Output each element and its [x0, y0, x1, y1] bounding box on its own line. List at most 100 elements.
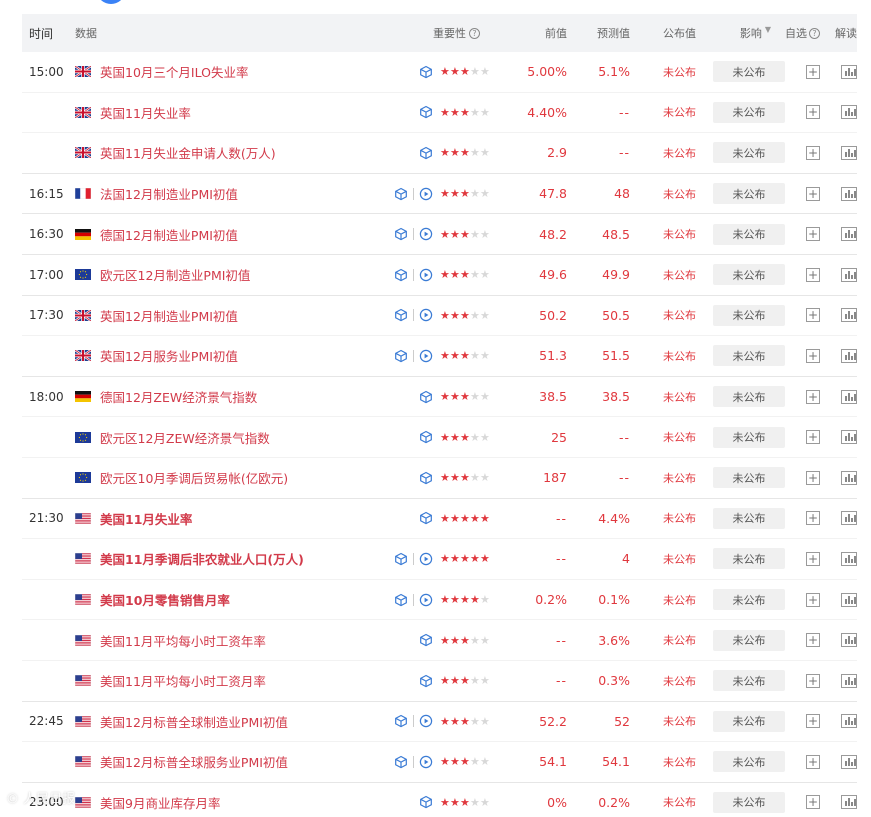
event-name-link[interactable]: 美国9月商业库存月率: [100, 793, 220, 812]
chart-icon[interactable]: [841, 267, 857, 282]
chart-icon[interactable]: [841, 592, 857, 607]
chart-icon[interactable]: [841, 348, 857, 363]
chart-icon[interactable]: [841, 714, 857, 729]
cube-icon[interactable]: [394, 187, 408, 201]
event-name-cell[interactable]: 法国12月制造业PMI初值: [75, 184, 383, 203]
help-icon[interactable]: ?: [469, 27, 480, 39]
play-video-icon[interactable]: [419, 227, 433, 241]
event-name-cell[interactable]: 英国11月失业金申请人数(万人): [75, 143, 383, 162]
event-name-cell[interactable]: 德国12月制造业PMI初值: [75, 225, 383, 244]
play-video-icon[interactable]: [419, 187, 433, 201]
caret-down-icon[interactable]: ▼: [765, 25, 771, 41]
play-video-icon[interactable]: [419, 268, 433, 282]
event-name-cell[interactable]: 美国12月标普全球制造业PMI初值: [75, 712, 383, 731]
event-name-cell[interactable]: 美国11月季调后非农就业人口(万人): [75, 549, 383, 568]
event-name-link[interactable]: 美国11月平均每小时工资年率: [100, 631, 266, 650]
event-name-link[interactable]: 欧元区10月季调后贸易帐(亿欧元): [100, 468, 288, 487]
chart-icon[interactable]: [841, 64, 857, 79]
add-watchlist-icon[interactable]: +: [806, 430, 820, 445]
event-name-link[interactable]: 欧元区12月制造业PMI初值: [100, 265, 250, 284]
event-name-link[interactable]: 欧元区12月ZEW经济景气指数: [100, 428, 270, 447]
chart-icon[interactable]: [841, 511, 857, 526]
play-video-icon[interactable]: [419, 308, 433, 322]
event-name-cell[interactable]: 英国12月服务业PMI初值: [75, 346, 383, 365]
play-video-icon[interactable]: [419, 714, 433, 728]
help-icon[interactable]: ?: [809, 27, 820, 39]
add-watchlist-icon[interactable]: +: [806, 551, 820, 566]
chart-icon[interactable]: [841, 186, 857, 201]
cube-icon[interactable]: [394, 349, 408, 363]
event-name-link[interactable]: 德国12月制造业PMI初值: [100, 225, 238, 244]
add-watchlist-icon[interactable]: +: [806, 348, 820, 363]
event-name-cell[interactable]: 美国12月标普全球服务业PMI初值: [75, 752, 383, 771]
play-video-icon[interactable]: [419, 349, 433, 363]
event-name-link[interactable]: 法国12月制造业PMI初值: [100, 184, 238, 203]
cube-icon[interactable]: [394, 308, 408, 322]
cube-icon[interactable]: [394, 714, 408, 728]
add-watchlist-icon[interactable]: +: [806, 389, 820, 404]
add-watchlist-icon[interactable]: +: [806, 714, 820, 729]
event-name-link[interactable]: 英国11月失业金申请人数(万人): [100, 143, 276, 162]
cube-icon[interactable]: [419, 390, 433, 404]
cube-icon[interactable]: [394, 593, 408, 607]
chart-icon[interactable]: [841, 673, 857, 688]
chart-icon[interactable]: [841, 754, 857, 769]
cube-icon[interactable]: [394, 552, 408, 566]
add-watchlist-icon[interactable]: +: [806, 754, 820, 769]
cube-icon[interactable]: [419, 146, 433, 160]
event-name-cell[interactable]: 美国9月商业库存月率: [75, 793, 383, 812]
cube-icon[interactable]: [419, 430, 433, 444]
cube-icon[interactable]: [394, 755, 408, 769]
cube-icon[interactable]: [419, 471, 433, 485]
event-name-link[interactable]: 英国12月服务业PMI初值: [100, 346, 238, 365]
play-video-icon[interactable]: [419, 755, 433, 769]
add-watchlist-icon[interactable]: +: [806, 64, 820, 79]
event-name-link[interactable]: 美国11月季调后非农就业人口(万人): [100, 549, 304, 568]
event-name-cell[interactable]: 欧元区12月制造业PMI初值: [75, 265, 383, 284]
add-watchlist-icon[interactable]: +: [806, 511, 820, 526]
event-name-cell[interactable]: 欧元区12月ZEW经济景气指数: [75, 428, 383, 447]
cube-icon[interactable]: [419, 633, 433, 647]
chart-icon[interactable]: [841, 389, 857, 404]
event-name-link[interactable]: 英国11月失业率: [100, 103, 191, 122]
add-watchlist-icon[interactable]: +: [806, 633, 820, 648]
cube-icon[interactable]: [394, 268, 408, 282]
header-impact[interactable]: 影响 ▼: [696, 25, 785, 41]
chart-icon[interactable]: [841, 105, 857, 120]
add-watchlist-icon[interactable]: +: [806, 267, 820, 282]
chart-icon[interactable]: [841, 633, 857, 648]
event-name-link[interactable]: 美国11月失业率: [100, 509, 192, 528]
event-name-cell[interactable]: 英国12月制造业PMI初值: [75, 306, 383, 325]
add-watchlist-icon[interactable]: +: [806, 227, 820, 242]
event-name-cell[interactable]: 美国11月失业率: [75, 509, 383, 528]
add-watchlist-icon[interactable]: +: [806, 105, 820, 120]
cube-icon[interactable]: [394, 227, 408, 241]
cube-icon[interactable]: [419, 65, 433, 79]
event-name-cell[interactable]: 欧元区10月季调后贸易帐(亿欧元): [75, 468, 383, 487]
chart-icon[interactable]: [841, 227, 857, 242]
add-watchlist-icon[interactable]: +: [806, 795, 820, 810]
add-watchlist-icon[interactable]: +: [806, 308, 820, 323]
cube-icon[interactable]: [419, 511, 433, 525]
event-name-link[interactable]: 美国12月标普全球制造业PMI初值: [100, 712, 288, 731]
event-name-link[interactable]: 德国12月ZEW经济景气指数: [100, 387, 257, 406]
chart-icon[interactable]: [841, 145, 857, 160]
header-importance[interactable]: 重要性 ?: [433, 25, 511, 41]
event-name-cell[interactable]: 美国11月平均每小时工资年率: [75, 631, 383, 650]
add-watchlist-icon[interactable]: +: [806, 673, 820, 688]
event-name-cell[interactable]: 英国11月失业率: [75, 103, 383, 122]
add-watchlist-icon[interactable]: +: [806, 186, 820, 201]
chart-icon[interactable]: [841, 795, 857, 810]
event-name-cell[interactable]: 英国10月三个月ILO失业率: [75, 62, 383, 81]
play-video-icon[interactable]: [419, 552, 433, 566]
event-name-cell[interactable]: 德国12月ZEW经济景气指数: [75, 387, 383, 406]
event-name-link[interactable]: 英国10月三个月ILO失业率: [100, 62, 248, 81]
event-name-cell[interactable]: 美国11月平均每小时工资月率: [75, 671, 383, 690]
event-name-cell[interactable]: 美国10月零售销售月率: [75, 590, 383, 609]
cube-icon[interactable]: [419, 674, 433, 688]
add-watchlist-icon[interactable]: +: [806, 592, 820, 607]
cube-icon[interactable]: [419, 105, 433, 119]
chart-icon[interactable]: [841, 470, 857, 485]
cube-icon[interactable]: [419, 795, 433, 809]
event-name-link[interactable]: 美国12月标普全球服务业PMI初值: [100, 752, 288, 771]
